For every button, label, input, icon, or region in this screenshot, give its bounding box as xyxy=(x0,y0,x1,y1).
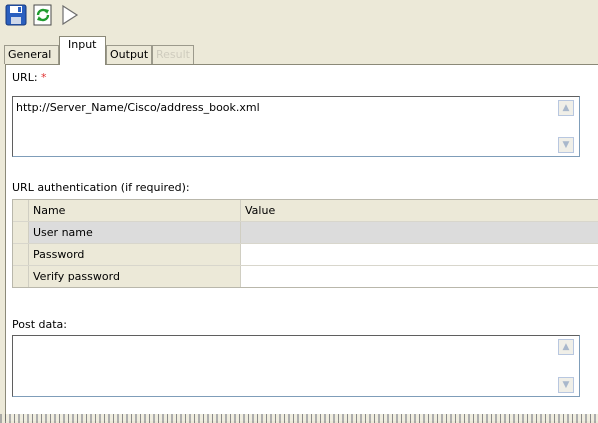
tab-result: Result xyxy=(152,45,194,64)
tab-output-label: Output xyxy=(110,48,149,61)
scroll-up-button[interactable]: ▲ xyxy=(558,339,574,355)
save-button[interactable] xyxy=(5,4,27,26)
post-data-input[interactable]: ▲ ▼ xyxy=(12,335,580,397)
url-label: URL: * xyxy=(12,71,47,84)
password-value-field[interactable] xyxy=(241,244,598,265)
url-input[interactable]: http://Server_Name/Cisco/address_book.xm… xyxy=(12,96,580,157)
scroll-up-button[interactable]: ▲ xyxy=(558,100,574,116)
play-icon xyxy=(62,4,79,26)
auth-table: Name Value User name Password Verify pas… xyxy=(12,199,598,288)
url-label-text: URL: xyxy=(12,71,38,84)
url-input-value: http://Server_Name/Cisco/address_book.xm… xyxy=(16,101,260,114)
url-auth-label: URL authentication (if required): xyxy=(12,181,190,194)
table-row[interactable]: Password xyxy=(13,244,598,266)
verify-password-value-field[interactable] xyxy=(241,266,598,287)
refresh-icon xyxy=(33,4,52,26)
row-gutter xyxy=(13,222,29,243)
table-row[interactable]: Verify password xyxy=(13,266,598,287)
row-gutter xyxy=(13,200,29,221)
post-data-label: Post data: xyxy=(12,318,67,331)
tab-input-label: Input xyxy=(68,38,97,51)
run-button[interactable] xyxy=(59,4,81,26)
save-disk-icon xyxy=(5,4,27,26)
column-header-name[interactable]: Name xyxy=(29,200,241,221)
tab-input[interactable]: Input xyxy=(59,36,106,65)
scroll-down-button[interactable]: ▼ xyxy=(558,377,574,393)
auth-row-name: Verify password xyxy=(29,266,241,287)
refresh-button[interactable] xyxy=(32,4,54,26)
auth-row-name: User name xyxy=(29,222,241,243)
torn-bottom-edge xyxy=(0,414,598,423)
table-row[interactable]: User name xyxy=(13,222,598,244)
scroll-down-button[interactable]: ▼ xyxy=(558,137,574,153)
row-gutter xyxy=(13,266,29,287)
tab-result-label: Result xyxy=(156,48,190,61)
tab-output[interactable]: Output xyxy=(106,45,152,64)
auth-table-header: Name Value xyxy=(13,200,598,222)
tab-general[interactable]: General xyxy=(4,45,59,64)
row-gutter xyxy=(13,244,29,265)
user-name-value-field[interactable] xyxy=(241,222,598,243)
required-marker: * xyxy=(41,71,47,84)
auth-row-name: Password xyxy=(29,244,241,265)
tab-general-label: General xyxy=(8,48,52,61)
column-header-value[interactable]: Value xyxy=(241,200,598,221)
